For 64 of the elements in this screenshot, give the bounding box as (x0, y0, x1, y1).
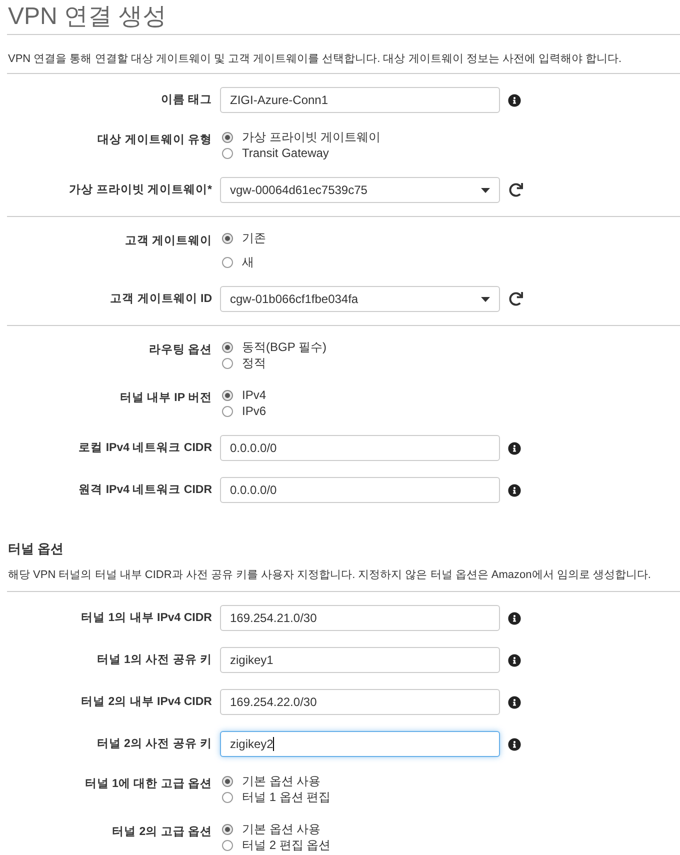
field-label: 원격 IPv4 네트워크 CIDR (78, 483, 212, 497)
radio-button[interactable] (222, 132, 233, 142)
field-label: 라우팅 옵션 (148, 343, 212, 357)
radio-label: IPv4 (242, 387, 266, 403)
radio-button[interactable] (222, 776, 233, 786)
radio-button[interactable] (222, 342, 233, 352)
info-icon[interactable] (508, 654, 521, 666)
info-icon[interactable] (508, 484, 521, 496)
info-icon[interactable] (508, 738, 521, 750)
text-field[interactable]: 169.254.22.0/30 (220, 689, 500, 715)
info-icon[interactable] (508, 94, 521, 106)
caret-down-icon (481, 188, 490, 192)
field-label: 터널 2의 사전 공유 키 (96, 737, 212, 751)
field-label: 대상 게이트웨이 유형 (98, 133, 212, 147)
radio-button[interactable] (222, 406, 233, 416)
refresh-icon[interactable] (509, 292, 523, 306)
text-field[interactable]: 0.0.0.0/0 (220, 477, 500, 503)
field-label: 고객 게이트웨이 (124, 234, 212, 248)
section-heading: 터널 옵션 (7, 540, 65, 558)
text-field[interactable]: ZIGI-Azure-Conn1 (220, 87, 500, 113)
section-description: 해당 VPN 터널의 터널 내부 CIDR과 사전 공유 키를 사용자 지정합니다. 지정하지 않은 터널 옵션은 Amazon에서 임의로 생성합니다. (7, 568, 652, 583)
radio-label: 기본 옵션 사용 (242, 773, 321, 789)
text-field[interactable]: 0.0.0.0/0 (220, 435, 500, 461)
radio-button[interactable] (222, 824, 233, 834)
dropdown[interactable]: vgw-00064d61ec7539c75 (220, 177, 500, 203)
caret-down-icon (481, 296, 490, 302)
field-label: 터널 2의 내부 IPv4 CIDR (81, 695, 212, 709)
text-field[interactable]: 169.254.21.0/30 (220, 605, 500, 631)
radio-label: 새 (242, 254, 254, 270)
field-label: 터널 1의 내부 IPv4 CIDR (81, 611, 212, 625)
radio-label: 동적(BGP 필수) (242, 339, 326, 355)
field-label: 가상 프라이빗 게이트웨이* (69, 183, 212, 197)
radio-label: 기본 옵션 사용 (242, 821, 321, 837)
field-label: 터널 1의 사전 공유 키 (96, 653, 212, 667)
radio-label: 정적 (242, 355, 266, 371)
radio-label: 기존 (242, 230, 266, 246)
dropdown[interactable]: cgw-01b066cf1fbe034fa (220, 286, 500, 312)
radio-label: Transit Gateway (242, 145, 329, 161)
radio-label: 가상 프라이빗 게이트웨이 (242, 129, 381, 145)
field-label: 고객 게이트웨이 ID (110, 292, 212, 306)
radio-button[interactable] (222, 256, 233, 268)
field-label: 터널 1에 대한 고급 옵션 (84, 777, 212, 791)
text-field[interactable]: zigikey1 (220, 647, 500, 673)
page-title: VPN 연결 생성 (7, 3, 167, 31)
field-label: 로컬 IPv4 네트워크 CIDR (78, 441, 212, 455)
info-icon[interactable] (508, 442, 521, 454)
radio-button[interactable] (222, 792, 233, 802)
info-icon[interactable] (508, 696, 521, 708)
radio-button[interactable] (222, 840, 233, 850)
radio-button[interactable] (222, 148, 233, 158)
radio-label: 터널 1 옵션 편집 (242, 789, 331, 805)
field-label: 이름 태그 (160, 93, 212, 107)
radio-label: 터널 2 편집 옵션 (242, 837, 331, 853)
refresh-icon[interactable] (509, 183, 523, 197)
radio-button[interactable] (222, 390, 233, 400)
radio-label: IPv6 (242, 403, 266, 419)
radio-button[interactable] (222, 358, 233, 368)
field-label: 터널 2의 고급 옵션 (112, 825, 212, 839)
info-icon[interactable] (508, 612, 521, 624)
description-text: VPN 연결을 통해 연결할 대상 게이트웨이 및 고객 게이트웨이를 선택합니다. 대상 게이트웨이 정보는 사전에 입력해야 합니다. (7, 52, 623, 67)
radio-button[interactable] (222, 232, 233, 244)
text-cursor-icon (273, 737, 274, 751)
text-field[interactable]: zigikey2 (220, 731, 500, 757)
field-label: 터널 내부 IP 버전 (120, 391, 212, 405)
